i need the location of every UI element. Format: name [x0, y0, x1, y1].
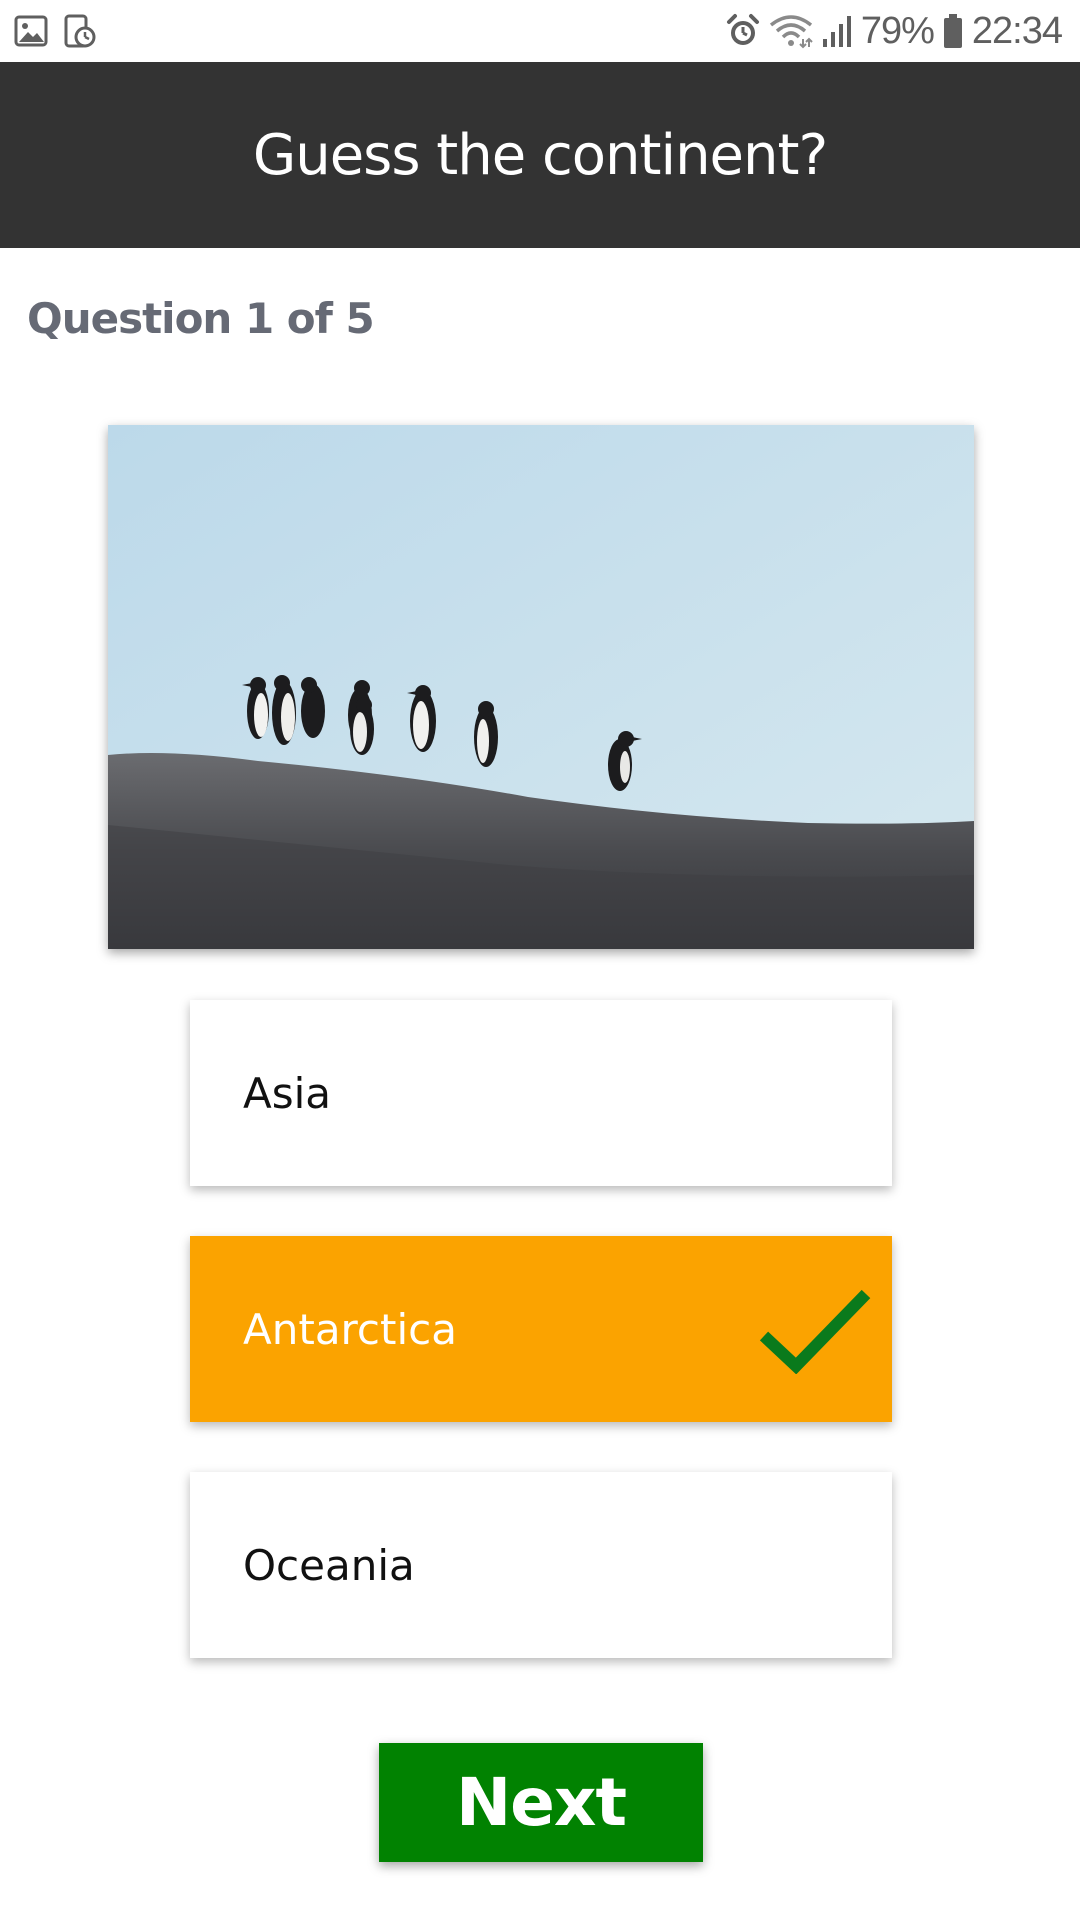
- next-button[interactable]: Next: [379, 1743, 703, 1862]
- page-title: Guess the continent?: [252, 122, 828, 188]
- wifi-icon: [769, 15, 813, 49]
- answer-label: Oceania: [243, 1540, 415, 1590]
- quiz-screen: 79% 22:34 Guess the continent? Question …: [0, 0, 1080, 1920]
- alarm-icon: [726, 14, 759, 45]
- answer-label: Asia: [243, 1068, 332, 1118]
- answer-option-oceania[interactable]: Oceania: [190, 1472, 892, 1658]
- answer-option-antarctica[interactable]: Antarctica: [190, 1236, 892, 1422]
- battery-percentage: 79%: [860, 9, 935, 52]
- question-counter: Question 1 of 5: [27, 294, 375, 343]
- check-icon: [759, 1289, 871, 1374]
- app-bar: Guess the continent?: [0, 62, 1080, 248]
- signal-icon: [822, 16, 851, 47]
- answer-option-asia[interactable]: Asia: [190, 1000, 892, 1186]
- gallery-icon: [14, 15, 48, 47]
- clock: 22:34: [971, 9, 1063, 52]
- screen-timer-icon: [64, 14, 96, 48]
- question-photo: [108, 425, 974, 949]
- status-bar-right: 79% 22:34: [725, 0, 1063, 62]
- battery-icon: [943, 14, 962, 48]
- answer-label: Antarctica: [243, 1304, 457, 1354]
- status-bar: 79% 22:34: [0, 0, 1080, 62]
